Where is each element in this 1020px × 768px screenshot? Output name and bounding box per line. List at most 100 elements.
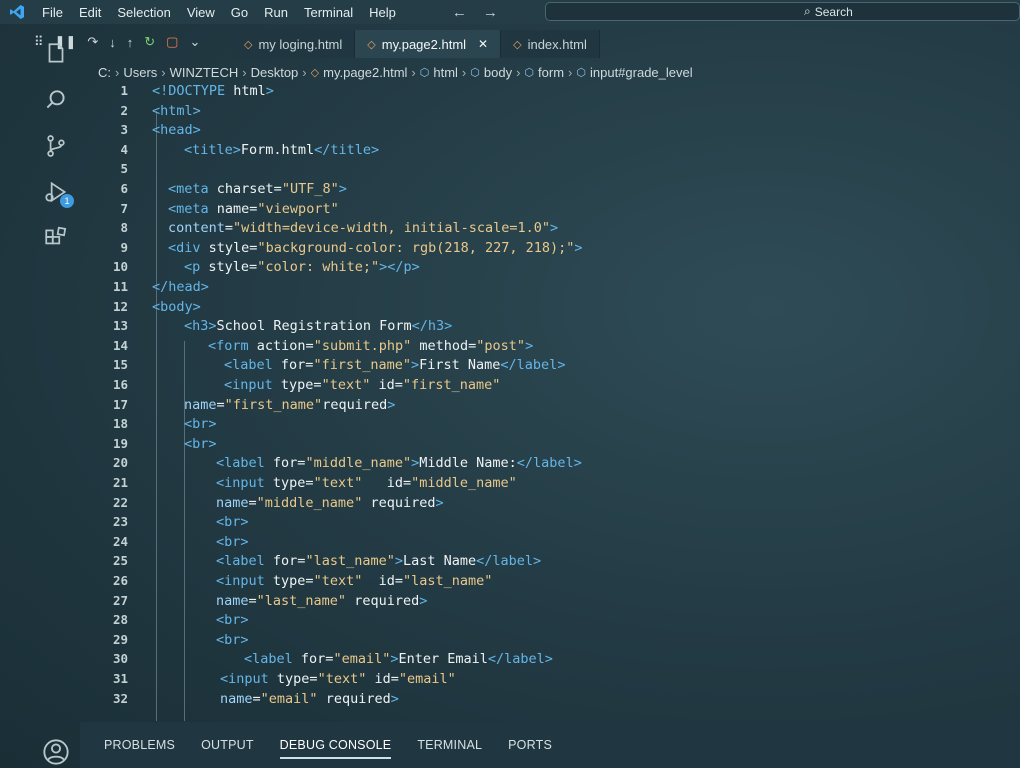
extensions-icon[interactable] xyxy=(42,224,70,252)
menu-terminal[interactable]: Terminal xyxy=(296,5,361,20)
menu-help[interactable]: Help xyxy=(361,5,404,20)
tag-token: <!DOCTYPE xyxy=(152,83,226,99)
html-file-icon: ◇ xyxy=(310,66,320,79)
code-line[interactable]: 19 <br> xyxy=(80,436,1010,455)
code-line[interactable]: 22 name="middle_name" required> xyxy=(80,495,1010,514)
tag-token: > xyxy=(410,357,420,374)
crumb-form[interactable]: form xyxy=(538,65,564,80)
code-line[interactable]: 27 name="last_name" required> xyxy=(80,593,1010,612)
code-line[interactable]: 7 <meta name="viewport" xyxy=(80,201,1010,220)
string-token: "last_name" xyxy=(403,573,493,589)
code-line[interactable]: 17 name="first_name"required> xyxy=(80,397,1010,416)
code-line[interactable]: 23 <br> xyxy=(80,514,1010,533)
code-line[interactable]: 14 <form action="submit.php" method="post… xyxy=(80,338,1010,357)
code-line[interactable]: 29 <br> xyxy=(80,632,1010,651)
step-over-icon[interactable]: ↷ xyxy=(87,34,98,50)
chevron-down-icon[interactable]: ⌄ xyxy=(189,34,200,50)
code-text: <input type="text" id="middle_name" xyxy=(216,475,517,491)
account-icon[interactable] xyxy=(42,738,70,766)
step-out-icon[interactable]: ↑ xyxy=(127,35,134,50)
code-line[interactable]: 11 </head> xyxy=(80,279,1010,298)
code-line[interactable]: 3 <head> xyxy=(80,122,1010,141)
code-text: <input type="text" id="first_name" xyxy=(224,377,500,393)
tab-label: my loging.html xyxy=(258,36,343,52)
line-number: 17 xyxy=(112,396,128,412)
tag-token: > xyxy=(411,259,420,276)
crumb-desktop[interactable]: Desktop xyxy=(251,65,299,80)
code-text: <meta charset="UTF_8"> xyxy=(168,181,347,197)
panel-tab-problems[interactable]: PROBLEMS xyxy=(104,734,175,756)
html-file-icon: ◇ xyxy=(513,38,522,51)
code-line[interactable]: 30 <label for="email">Enter Email</label> xyxy=(80,651,1010,670)
code-line[interactable]: 16 <input type="text" id="first_name" xyxy=(80,377,1010,396)
code-text: <br> xyxy=(184,436,217,452)
code-text: <br> xyxy=(216,534,249,550)
crumb-users[interactable]: Users xyxy=(123,65,157,80)
restart-icon[interactable]: ↻ xyxy=(144,34,155,50)
line-number: 6 xyxy=(120,181,128,196)
code-line[interactable]: 9 <div style="background-color: rgb(218, … xyxy=(80,240,1010,259)
run-debug-icon[interactable]: 1 xyxy=(42,178,74,208)
step-into-icon[interactable]: ↓ xyxy=(109,35,116,50)
panel-tab-output[interactable]: OUTPUT xyxy=(201,734,254,756)
close-icon[interactable]: ✕ xyxy=(478,37,488,51)
tag-token: > xyxy=(240,612,249,629)
code-line[interactable]: 13 <h3>School Registration Form</h3> xyxy=(80,318,1010,337)
crumb-input[interactable]: input#grade_level xyxy=(590,65,693,80)
menu-file[interactable]: File xyxy=(34,5,71,20)
code-text: <title>Form.html</title> xyxy=(184,142,379,158)
code-line[interactable]: 28 <br> xyxy=(80,612,1010,631)
crumb-winztech[interactable]: WINZTECH xyxy=(170,65,239,80)
code-editor[interactable]: 1 <!DOCTYPE html> 2 <html> 3 <head> 4 <title>Fo… xyxy=(80,83,1020,723)
panel-tab-terminal[interactable]: TERMINAL xyxy=(417,734,482,756)
tag-token: <br xyxy=(216,514,241,531)
attr-token: name xyxy=(216,494,249,511)
command-center-search[interactable]: ⌕ Search xyxy=(545,2,1020,21)
code-line[interactable]: 8 content="width=device-width, initial-sc… xyxy=(80,220,1010,239)
menu-run[interactable]: Run xyxy=(256,5,296,20)
menu-selection[interactable]: Selection xyxy=(109,5,178,20)
search-icon[interactable] xyxy=(42,86,70,114)
menu-edit[interactable]: Edit xyxy=(71,5,109,20)
code-line[interactable]: 24 <br> xyxy=(80,534,1010,553)
string-token: "last_name" xyxy=(305,553,395,570)
code-line[interactable]: 20 <label for="middle_name">Middle Name:<… xyxy=(80,455,1010,474)
code-line[interactable]: 21 <input type="text" id="middle_name" xyxy=(80,475,1010,494)
crumb-file[interactable]: my.page2.html xyxy=(323,65,407,80)
panel-tab-ports[interactable]: PORTS xyxy=(508,734,552,756)
stop-icon[interactable]: ▢ xyxy=(166,34,178,50)
crumb-html[interactable]: html xyxy=(433,65,458,80)
panel-tab-debug-console[interactable]: DEBUG CONSOLE xyxy=(279,734,392,759)
tag-token: <label xyxy=(216,553,265,570)
code-line[interactable]: 25 <label for="last_name">Last Name</labe… xyxy=(80,553,1010,572)
tab-my-page2-html[interactable]: ◇ my.page2.html ✕ xyxy=(355,30,502,58)
code-line[interactable]: 26 <input type="text" id="last_name" xyxy=(80,573,1010,592)
code-line[interactable]: 2 <html> xyxy=(80,103,1010,122)
text-token: id xyxy=(370,377,395,393)
code-line[interactable]: 1 <!DOCTYPE html> xyxy=(80,83,1010,102)
tab-index-html[interactable]: ◇ index.html xyxy=(501,30,600,58)
code-line[interactable]: 31 <input type="text" id="email" xyxy=(80,671,1010,690)
line-number: 30 xyxy=(112,651,128,667)
code-line[interactable]: 15 <label for="first_name">First Name</la… xyxy=(80,357,1010,376)
code-text: <label for="first_name">First Name</labe… xyxy=(224,357,565,373)
crumb-drive[interactable]: C: xyxy=(98,65,111,80)
line-number: 10 xyxy=(112,259,128,275)
menu-view[interactable]: View xyxy=(179,5,223,20)
explorer-icon[interactable] xyxy=(42,40,70,68)
text-token: name xyxy=(208,200,250,217)
text-token: Middle Name: xyxy=(419,455,517,472)
code-line[interactable]: 12 <body> xyxy=(80,299,1010,318)
back-arrow-icon[interactable]: ← xyxy=(452,4,467,21)
code-line[interactable]: 10 <p style="color: white;"></p> xyxy=(80,259,1010,278)
source-control-icon[interactable] xyxy=(42,132,70,160)
crumb-body[interactable]: body xyxy=(484,65,512,80)
code-line[interactable]: 4 <title>Form.html</title> xyxy=(80,142,1010,161)
menu-go[interactable]: Go xyxy=(223,5,256,20)
code-line[interactable]: 18 <br> xyxy=(80,416,1010,435)
tab-my-loging-html[interactable]: ◇ my loging.html xyxy=(232,30,356,58)
code-line[interactable]: 6 <meta charset="UTF_8"> xyxy=(80,181,1010,200)
forward-arrow-icon[interactable]: → xyxy=(483,4,498,21)
code-line[interactable]: 5 xyxy=(80,161,1010,180)
code-line[interactable]: 32 name="email" required> xyxy=(80,691,1010,710)
